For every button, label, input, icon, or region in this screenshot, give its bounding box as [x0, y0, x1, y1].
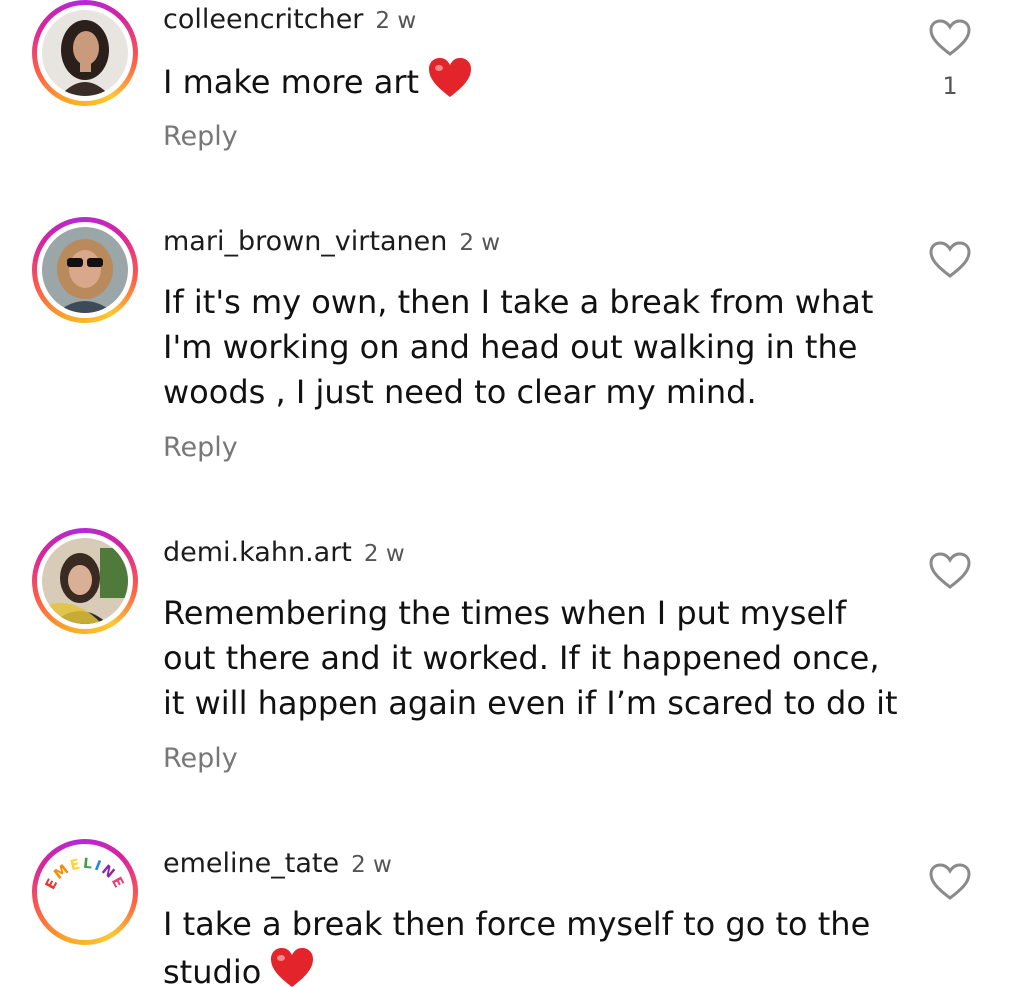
red-heart-emoji-icon — [269, 947, 315, 987]
username-row: demi.kahn.art 2 w — [163, 537, 405, 568]
comment-text: I take a break then force myself to go t… — [163, 902, 903, 987]
timestamp: 2 w — [459, 230, 501, 256]
username-row: mari_brown_virtanen 2 w — [163, 226, 500, 257]
like-count: 1 — [942, 72, 958, 100]
avatar[interactable] — [32, 0, 138, 106]
avatar[interactable] — [32, 217, 138, 323]
avatar[interactable]: EMELIN E — [32, 839, 138, 945]
emeline-logo: EMELIN E — [42, 849, 128, 935]
timestamp: 2 w — [375, 8, 417, 34]
like-heart-icon[interactable] — [928, 862, 972, 902]
avatar-photo — [42, 227, 128, 313]
avatar-photo — [42, 10, 128, 96]
avatar[interactable] — [32, 528, 138, 634]
username-row: colleencritcher 2 w — [163, 4, 416, 35]
red-heart-emoji-icon — [427, 57, 473, 111]
like-heart-icon[interactable] — [928, 240, 972, 280]
timestamp: 2 w — [351, 852, 392, 878]
reply-button[interactable]: Reply — [163, 432, 238, 463]
username[interactable]: colleencritcher — [163, 4, 363, 35]
timestamp: 2 w — [363, 541, 405, 567]
reply-button[interactable]: Reply — [163, 743, 238, 774]
comment-text: I make more art — [163, 57, 923, 111]
like-heart-icon[interactable] — [928, 551, 972, 591]
username[interactable]: emeline_tate — [163, 848, 339, 879]
like-heart-icon[interactable] — [928, 18, 972, 58]
comment-text: If it's my own, then I take a break from… — [163, 283, 874, 411]
avatar-photo — [42, 538, 128, 624]
username[interactable]: mari_brown_virtanen — [163, 226, 447, 257]
reply-button[interactable]: Reply — [163, 121, 238, 152]
comment-text: Remembering the times when I put myself … — [163, 594, 898, 722]
username[interactable]: demi.kahn.art — [163, 537, 352, 568]
username-row: emeline_tate 2 w — [163, 848, 392, 879]
